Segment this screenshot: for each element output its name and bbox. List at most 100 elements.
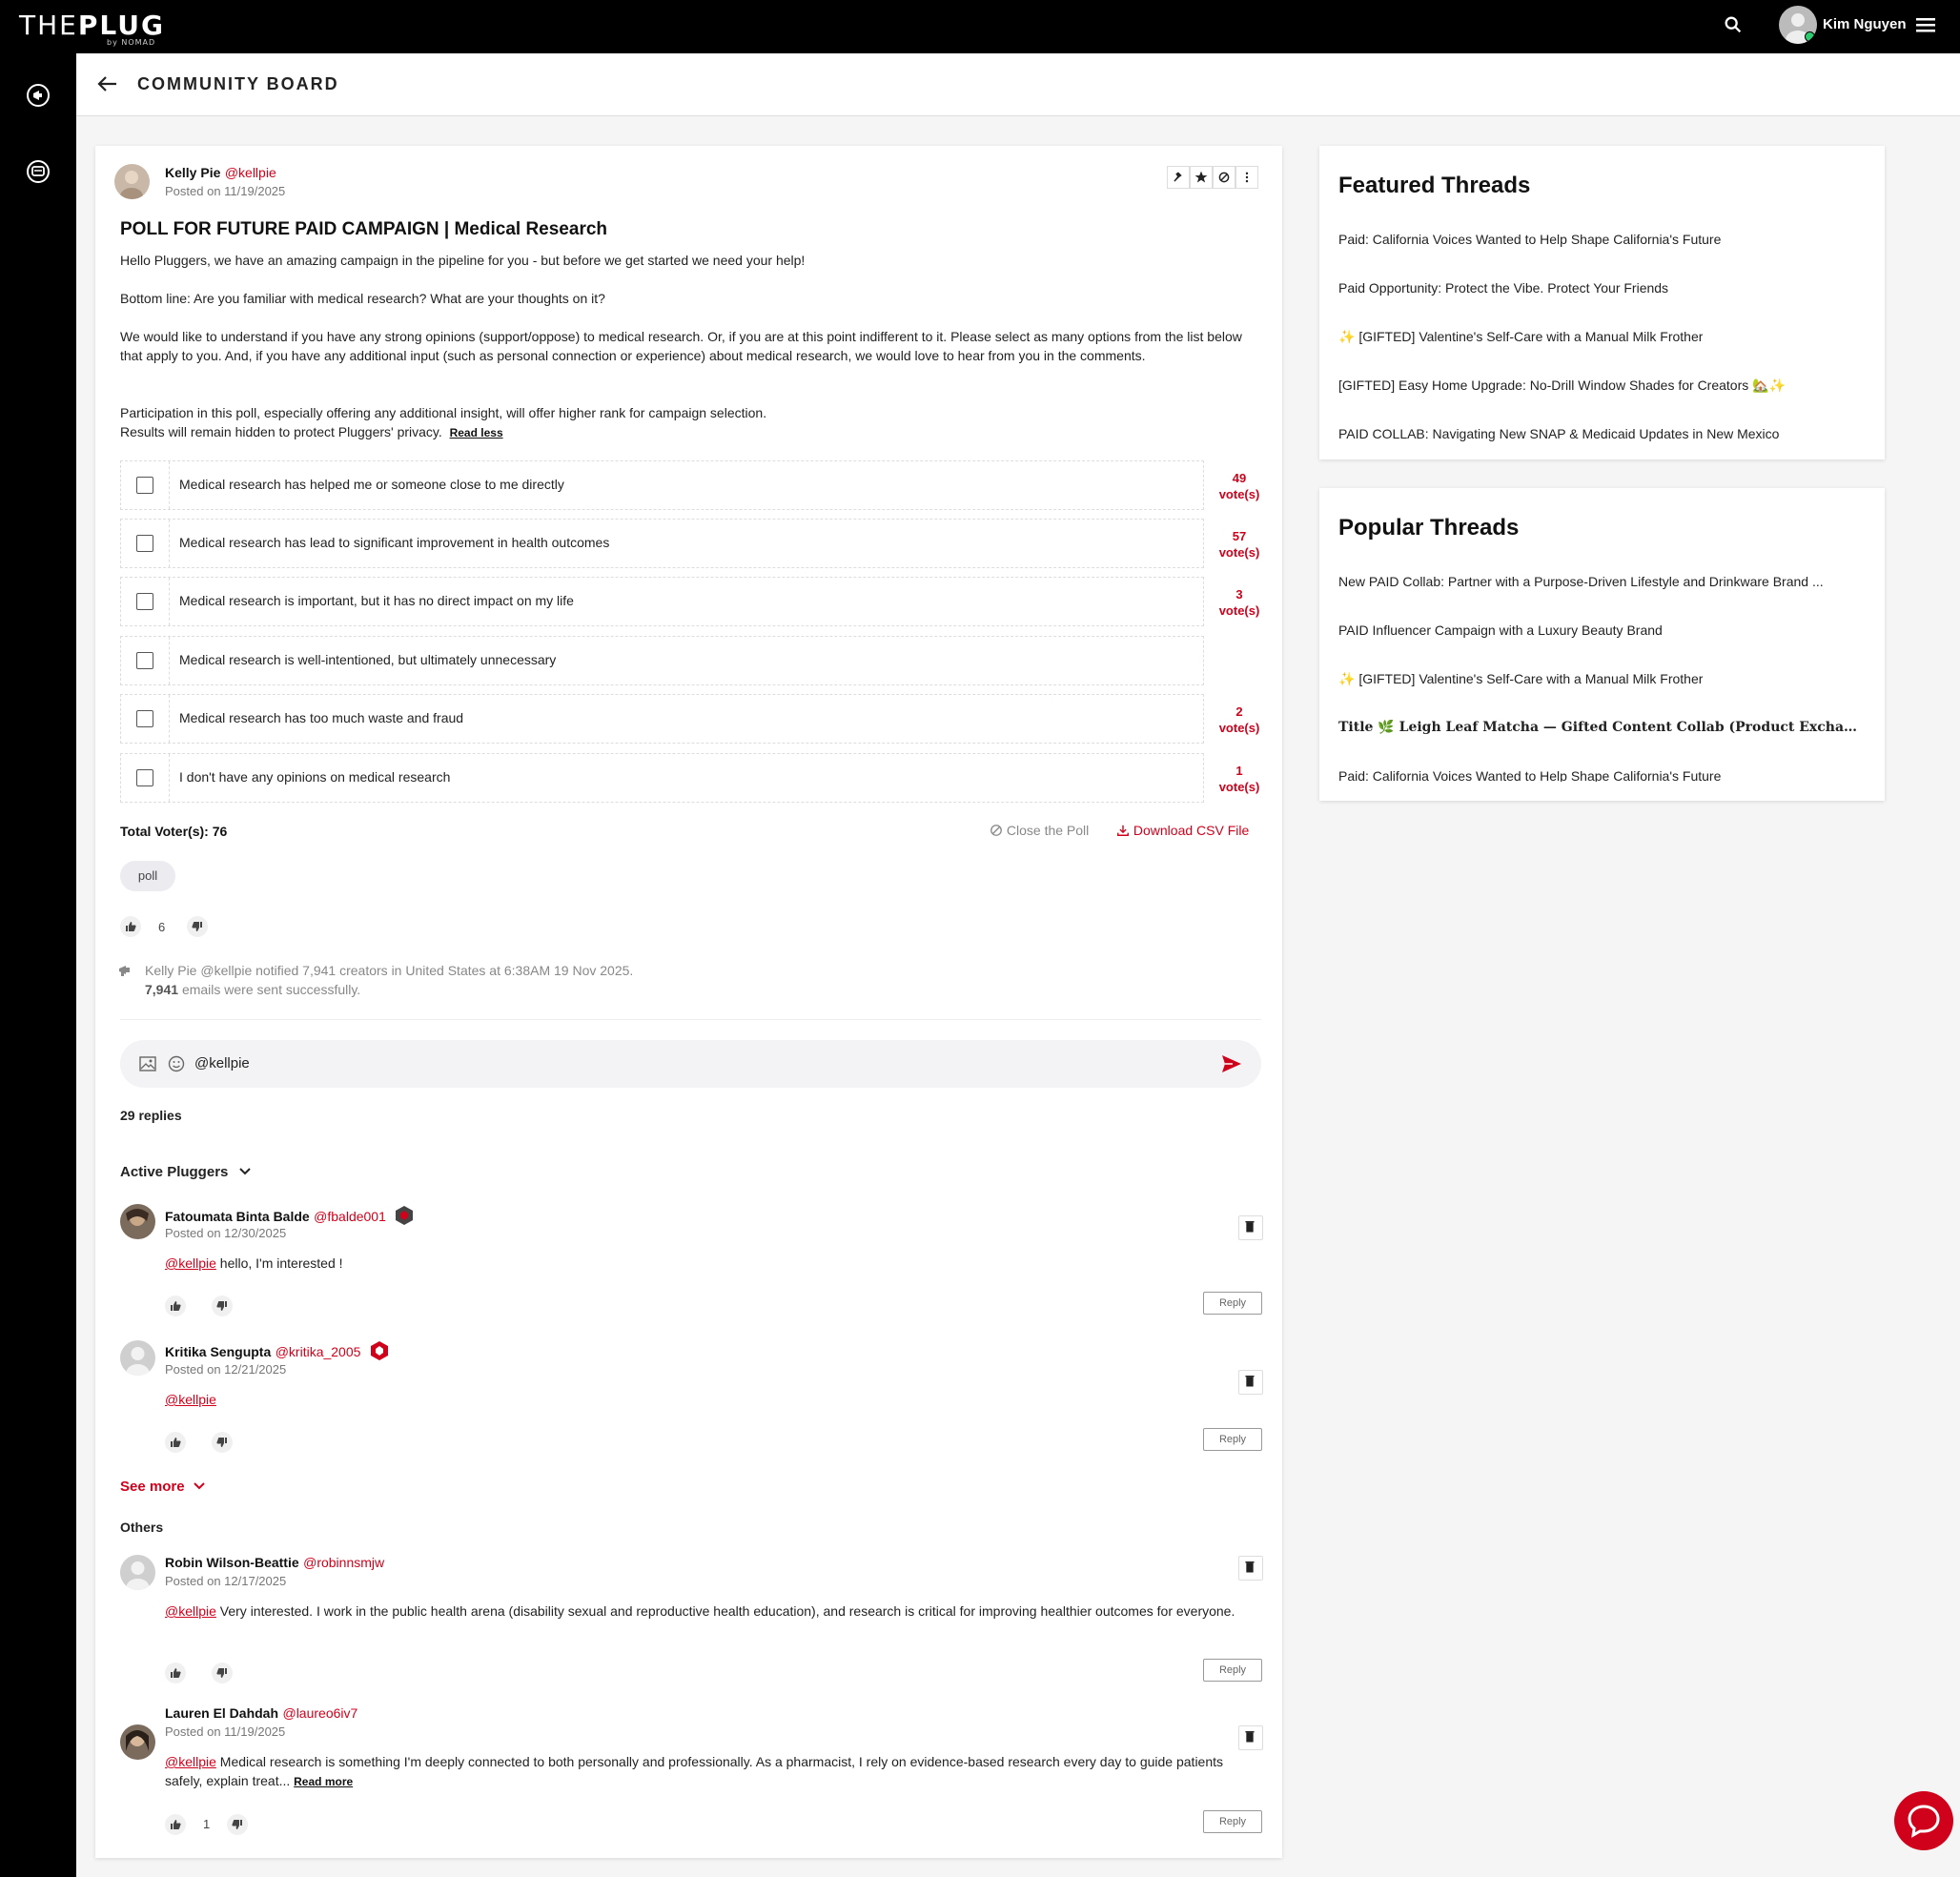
popular-thread-link[interactable]: Paid: California Voices Wanted to Help S… xyxy=(1338,768,1721,782)
comment-mention[interactable]: @kellpie xyxy=(165,1754,216,1769)
thumbs-down-icon[interactable] xyxy=(187,916,208,937)
image-icon[interactable] xyxy=(139,1056,156,1071)
megaphone-icon[interactable] xyxy=(25,82,51,109)
post-paragraph-5: Results will remain hidden to protect Pl… xyxy=(120,424,442,439)
comment-mention[interactable]: @kellpie xyxy=(165,1392,216,1407)
download-icon xyxy=(1117,825,1129,836)
comment-mention[interactable]: @kellpie xyxy=(165,1255,216,1271)
delete-comment-button[interactable] xyxy=(1238,1725,1263,1750)
search-icon[interactable] xyxy=(1723,14,1744,35)
feature-button[interactable] xyxy=(1190,166,1213,189)
author-name[interactable]: Kelly Pie xyxy=(165,165,220,180)
thumbs-down-icon[interactable] xyxy=(212,1432,233,1453)
support-chat-button[interactable] xyxy=(1894,1791,1953,1850)
close-poll-button[interactable]: Close the Poll xyxy=(990,823,1089,838)
poll-checkbox[interactable] xyxy=(136,535,153,552)
thumbs-down-icon[interactable] xyxy=(212,1663,233,1683)
commenter-name[interactable]: Fatoumata Binta Balde xyxy=(165,1209,310,1224)
popular-threads-title: Popular Threads xyxy=(1338,515,1520,541)
author-handle[interactable]: @kellpie xyxy=(225,165,276,180)
thumbs-up-icon[interactable] xyxy=(165,1814,186,1835)
poll-option[interactable]: Medical research has too much waste and … xyxy=(120,694,1204,744)
more-vertical-icon xyxy=(1245,172,1249,183)
chat-bubble-icon xyxy=(1908,1805,1940,1838)
featured-thread-link[interactable]: ✨ [GIFTED] Valentine's Self-Care with a … xyxy=(1338,329,1703,345)
featured-thread-link[interactable]: [GIFTED] Easy Home Upgrade: No-Drill Win… xyxy=(1338,377,1786,394)
emoji-icon[interactable] xyxy=(168,1055,185,1072)
chat-icon[interactable] xyxy=(25,158,51,185)
reply-button[interactable]: Reply xyxy=(1203,1810,1262,1833)
user-name[interactable]: Kim Nguyen xyxy=(1823,16,1907,32)
delete-comment-button[interactable] xyxy=(1238,1215,1263,1240)
poll-checkbox[interactable] xyxy=(136,710,153,727)
poll-option-label: Medical research has helped me or someon… xyxy=(179,477,564,492)
popular-thread-link[interactable]: ✨ [GIFTED] Valentine's Self-Care with a … xyxy=(1338,671,1703,687)
app-logo[interactable]: THEPLUG by NOMAD xyxy=(19,10,165,47)
thumbs-down-icon[interactable] xyxy=(227,1814,248,1835)
author-avatar[interactable] xyxy=(114,164,150,199)
poll-option[interactable]: Medical research is important, but it ha… xyxy=(120,577,1204,626)
commenter-handle[interactable]: @fbalde001 xyxy=(314,1209,386,1224)
thumbs-down-icon[interactable] xyxy=(212,1296,233,1316)
logo-subtext: by NOMAD xyxy=(107,38,156,47)
active-pluggers-toggle[interactable]: Active Pluggers xyxy=(120,1164,252,1180)
poll-separator xyxy=(169,461,170,509)
comment-text: hello, I'm interested ! xyxy=(219,1255,343,1271)
post-paragraph-2: Bottom line: Are you familiar with medic… xyxy=(120,291,605,306)
read-less-link[interactable]: Read less xyxy=(450,426,503,439)
popular-thread-link[interactable]: New PAID Collab: Partner with a Purpose-… xyxy=(1338,574,1824,589)
popular-thread-link[interactable]: PAID Influencer Campaign with a Luxury B… xyxy=(1338,622,1663,638)
download-csv-label: Download CSV File xyxy=(1133,823,1250,838)
featured-thread-link[interactable]: Paid: California Voices Wanted to Help S… xyxy=(1338,232,1721,247)
commenter-handle[interactable]: @kritika_2005 xyxy=(276,1344,361,1359)
poll-checkbox[interactable] xyxy=(136,593,153,610)
user-avatar[interactable] xyxy=(1779,6,1817,44)
popular-thread-link[interactable]: Title 🌿 Leigh Leaf Matcha — Gifted Conte… xyxy=(1338,720,1863,735)
featured-thread-link[interactable]: Paid Opportunity: Protect the Vibe. Prot… xyxy=(1338,280,1668,296)
comment-mention[interactable]: @kellpie xyxy=(165,1603,216,1619)
poll-option[interactable]: I don't have any opinions on medical res… xyxy=(120,753,1204,803)
reply-button[interactable]: Reply xyxy=(1203,1428,1262,1451)
back-arrow-icon[interactable] xyxy=(95,72,120,95)
pin-button[interactable] xyxy=(1167,166,1190,189)
hamburger-menu-icon[interactable] xyxy=(1916,16,1935,33)
poll-checkbox[interactable] xyxy=(136,769,153,786)
featured-thread-link[interactable]: PAID COLLAB: Navigating New SNAP & Medic… xyxy=(1338,426,1779,441)
delete-comment-button[interactable] xyxy=(1238,1370,1263,1395)
poll-option[interactable]: Medical research has lead to significant… xyxy=(120,519,1204,568)
trash-icon xyxy=(1245,1376,1255,1387)
send-icon[interactable] xyxy=(1221,1054,1242,1073)
commenter-avatar[interactable] xyxy=(120,1724,155,1760)
poll-option[interactable]: Medical research is well-intentioned, bu… xyxy=(120,636,1204,685)
more-options-button[interactable] xyxy=(1235,166,1258,189)
poll-checkbox[interactable] xyxy=(136,477,153,494)
post-tag[interactable]: poll xyxy=(120,861,175,891)
read-more-link[interactable]: Read more xyxy=(294,1775,353,1788)
poll-option[interactable]: Medical research has helped me or someon… xyxy=(120,460,1204,510)
thumbs-up-icon[interactable] xyxy=(165,1296,186,1316)
thumbs-up-icon[interactable] xyxy=(165,1432,186,1453)
commenter-name[interactable]: Lauren El Dahdah xyxy=(165,1705,278,1721)
see-more-button[interactable]: See more xyxy=(120,1479,206,1495)
post-paragraph-3: We would like to understand if you have … xyxy=(120,329,1242,363)
commenter-handle[interactable]: @robinnsmjw xyxy=(303,1555,384,1570)
commenter-name[interactable]: Kritika Sengupta xyxy=(165,1344,271,1359)
commenter-handle[interactable]: @laureo6iv7 xyxy=(282,1705,357,1721)
poll-vote-count: 57 vote(s) xyxy=(1201,528,1277,561)
reply-button[interactable]: Reply xyxy=(1203,1292,1262,1315)
thumbs-up-icon[interactable] xyxy=(165,1663,186,1683)
commenter-avatar[interactable] xyxy=(120,1204,155,1239)
comment-input-box[interactable]: @kellpie xyxy=(120,1040,1261,1088)
poll-checkbox[interactable] xyxy=(136,652,153,669)
commenter-name[interactable]: Robin Wilson-Beattie xyxy=(165,1555,299,1570)
reply-button[interactable]: Reply xyxy=(1203,1659,1262,1682)
thumbs-up-icon[interactable] xyxy=(120,916,141,937)
comment-input[interactable]: @kellpie xyxy=(194,1055,250,1071)
page-header: COMMUNITY BOARD xyxy=(76,53,1960,116)
pin-icon xyxy=(1174,172,1182,182)
commenter-avatar[interactable] xyxy=(120,1340,155,1376)
download-csv-button[interactable]: Download CSV File xyxy=(1116,823,1249,838)
commenter-avatar[interactable] xyxy=(120,1555,155,1590)
delete-comment-button[interactable] xyxy=(1238,1556,1263,1581)
block-button[interactable] xyxy=(1213,166,1235,189)
